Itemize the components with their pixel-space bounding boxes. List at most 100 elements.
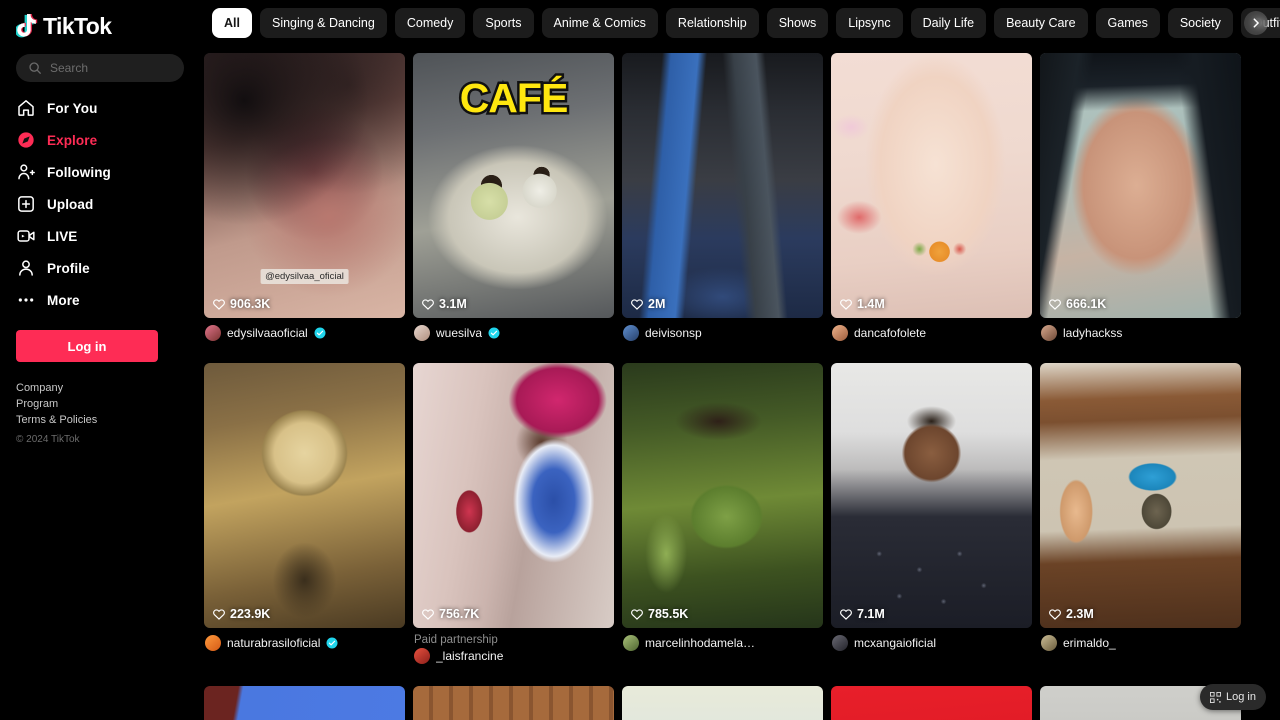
- heart-icon: [422, 609, 434, 620]
- video-thumbnail[interactable]: [622, 686, 823, 720]
- copyright-text: © 2024 TikTok: [16, 434, 80, 445]
- video-card[interactable]: [204, 686, 413, 720]
- video-card[interactable]: 785.5K marcelinhodamela…: [622, 363, 831, 686]
- video-author[interactable]: deivisonsp: [622, 325, 823, 341]
- footer-link-terms[interactable]: Terms & Policies: [16, 414, 184, 426]
- username: marcelinhodamela…: [645, 636, 756, 650]
- floating-login-button[interactable]: Log in: [1200, 684, 1266, 710]
- video-thumbnail[interactable]: 7.1M: [831, 363, 1032, 628]
- sidebar-item-for-you[interactable]: For You: [16, 92, 184, 124]
- sidebar-item-upload[interactable]: Upload: [16, 188, 184, 220]
- like-count: 7.1M: [839, 607, 885, 621]
- video-author[interactable]: mcxangaioficial: [831, 635, 1032, 651]
- sidebar-item-label: LIVE: [47, 228, 78, 244]
- sidebar-item-label: Explore: [47, 132, 98, 148]
- sidebar-item-profile[interactable]: Profile: [16, 252, 184, 284]
- video-author[interactable]: wuesilva: [413, 325, 614, 341]
- category-tabbar: All Singing & Dancing Comedy Sports Anim…: [200, 0, 1280, 46]
- heart-icon: [631, 609, 643, 620]
- video-card[interactable]: [413, 686, 622, 720]
- tab-singing-dancing[interactable]: Singing & Dancing: [259, 8, 387, 38]
- footer-link-company[interactable]: Company: [16, 382, 184, 394]
- like-count-value: 906.3K: [230, 297, 271, 311]
- video-card[interactable]: 223.9K naturabrasiloficial: [204, 363, 413, 686]
- thumbnail-pattern: [831, 363, 1032, 628]
- username: dancafofolete: [854, 326, 927, 340]
- video-author[interactable]: _laisfrancine: [413, 648, 614, 664]
- video-thumbnail[interactable]: 666.1K: [1040, 53, 1241, 318]
- video-thumbnail[interactable]: 2.3M: [1040, 363, 1241, 628]
- tabs-next-button[interactable]: [1244, 11, 1268, 35]
- video-card[interactable]: 1.4M dancafofolete: [831, 53, 1040, 363]
- sidebar-item-live[interactable]: LIVE: [16, 220, 184, 252]
- tab-all[interactable]: All: [212, 8, 252, 38]
- tiktok-logo[interactable]: TikTok: [16, 6, 184, 46]
- tab-lipsync[interactable]: Lipsync: [836, 8, 903, 38]
- video-thumbnail[interactable]: [204, 686, 405, 720]
- overlay-text: CAFÉ: [457, 73, 571, 124]
- video-thumbnail[interactable]: 223.9K: [204, 363, 405, 628]
- video-thumbnail[interactable]: 756.7K: [413, 363, 614, 628]
- avatar: [832, 635, 848, 651]
- video-thumbnail[interactable]: @edysilvaa_oficial 906.3K: [204, 53, 405, 318]
- tab-comedy[interactable]: Comedy: [394, 8, 466, 38]
- username: edysilvaaoficial: [227, 326, 308, 340]
- video-card[interactable]: [831, 686, 1040, 720]
- video-card[interactable]: 756.7K Paid partnership _laisfrancine: [413, 363, 622, 686]
- tab-anime-comics[interactable]: Anime & Comics: [541, 8, 658, 38]
- video-author[interactable]: ladyhackss: [1040, 325, 1241, 341]
- thumbnail-person: [413, 363, 614, 628]
- video-author[interactable]: erimaldo_: [1040, 635, 1241, 651]
- verified-badge-icon: [488, 327, 500, 339]
- tab-society[interactable]: Society: [1167, 8, 1233, 38]
- video-card[interactable]: 2M deivisonsp: [622, 53, 831, 363]
- video-card[interactable]: CAFÉ 3.1M wuesilva: [413, 53, 622, 363]
- avatar: [623, 635, 639, 651]
- tab-games[interactable]: Games: [1095, 8, 1160, 38]
- video-thumbnail[interactable]: [831, 686, 1032, 720]
- profile-icon: [19, 260, 33, 276]
- like-count: 666.1K: [1048, 297, 1106, 311]
- sidebar-item-more[interactable]: More: [16, 284, 184, 316]
- username: erimaldo_: [1063, 636, 1116, 650]
- search-input[interactable]: Search: [16, 54, 184, 82]
- video-card[interactable]: 666.1K ladyhackss: [1040, 53, 1249, 363]
- video-author[interactable]: marcelinhodamela…: [622, 635, 823, 651]
- video-author[interactable]: dancafofolete: [831, 325, 1032, 341]
- tab-sports[interactable]: Sports: [473, 8, 534, 38]
- sidebar-item-label: Following: [47, 164, 111, 180]
- sidebar-item-following[interactable]: Following: [16, 156, 184, 188]
- avatar: [205, 635, 221, 651]
- username: wuesilva: [436, 326, 483, 340]
- video-card[interactable]: 2.3M erimaldo_: [1040, 363, 1249, 686]
- like-count: 223.9K: [212, 607, 270, 621]
- avatar: [832, 325, 848, 341]
- footer-link-program[interactable]: Program: [16, 398, 184, 410]
- tab-daily-life[interactable]: Daily Life: [910, 8, 987, 38]
- video-author[interactable]: edysilvaaoficial: [204, 325, 405, 341]
- video-card[interactable]: @edysilvaa_oficial 906.3K edysilvaaofici…: [204, 53, 413, 363]
- tab-relationship[interactable]: Relationship: [665, 8, 759, 38]
- like-count: 2M: [630, 297, 665, 311]
- video-thumbnail[interactable]: 2M: [622, 53, 823, 318]
- chevron-right-icon: [1253, 18, 1259, 28]
- video-thumbnail[interactable]: 1.4M: [831, 53, 1032, 318]
- video-thumbnail[interactable]: 785.5K: [622, 363, 823, 628]
- video-card[interactable]: 7.1M mcxangaioficial: [831, 363, 1040, 686]
- video-thumbnail[interactable]: CAFÉ 3.1M: [413, 53, 614, 318]
- thumbnail-arch: [204, 363, 405, 628]
- video-grid: @edysilvaa_oficial 906.3K edysilvaaofici…: [200, 46, 1280, 720]
- login-button[interactable]: Log in: [16, 330, 158, 362]
- sidebar-item-label: Upload: [47, 196, 94, 212]
- video-card[interactable]: [622, 686, 831, 720]
- heart-icon: [1049, 609, 1061, 620]
- upload-icon: [18, 196, 34, 212]
- like-count-value: 785.5K: [648, 607, 689, 621]
- sidebar-item-label: Profile: [47, 260, 90, 276]
- tab-beauty-care[interactable]: Beauty Care: [994, 8, 1088, 38]
- tab-shows[interactable]: Shows: [766, 8, 829, 38]
- video-thumbnail[interactable]: [413, 686, 614, 720]
- sidebar-item-explore[interactable]: Explore: [16, 124, 184, 156]
- heart-icon: [422, 299, 434, 310]
- video-author[interactable]: naturabrasiloficial: [204, 635, 405, 651]
